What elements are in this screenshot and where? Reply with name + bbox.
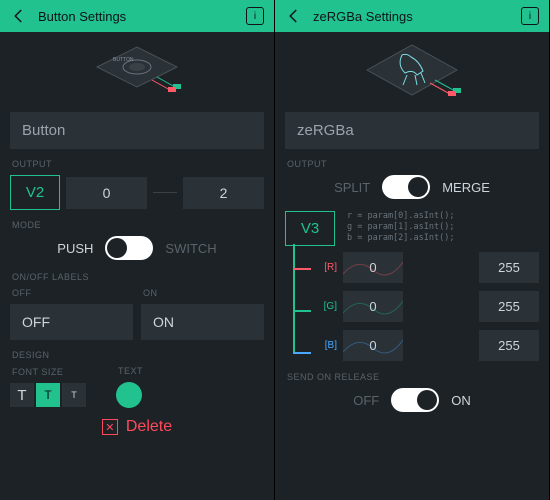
- hero-illustration: BUTTON: [0, 32, 274, 112]
- onoff-section-label: ON/OFF LABELS: [12, 272, 264, 282]
- svg-text:BUTTON: BUTTON: [113, 57, 134, 63]
- send-on-label: ON: [451, 393, 471, 408]
- header-title: zeRGBa Settings: [313, 9, 521, 24]
- button-settings-panel: Button Settings i BUTTON Button OUTPUT V…: [0, 0, 275, 500]
- back-icon[interactable]: [285, 7, 303, 25]
- channel-r-max[interactable]: 255: [479, 252, 539, 283]
- delete-icon: ✕: [102, 419, 118, 435]
- font-size-label: FONT SIZE: [12, 367, 86, 377]
- widget-name-input[interactable]: zeRGBa: [285, 112, 539, 149]
- wire-vertical: [293, 244, 295, 352]
- font-size-medium[interactable]: T: [36, 383, 60, 407]
- channel-b-max[interactable]: 255: [479, 330, 539, 361]
- channel-g-min[interactable]: 0: [343, 291, 403, 322]
- code-hint: r = param[0].asInt(); g = param[1].asInt…: [347, 211, 454, 244]
- output-max-input[interactable]: 2: [183, 177, 264, 209]
- mode-push-label: PUSH: [57, 241, 93, 256]
- widget-name-input[interactable]: Button: [10, 112, 264, 149]
- wire-b: [293, 352, 311, 354]
- mode-toggle[interactable]: [105, 236, 153, 260]
- hero-illustration: [275, 32, 549, 112]
- output-pin-selector[interactable]: V3: [285, 211, 335, 246]
- mode-label: MODE: [12, 220, 264, 230]
- send-off-label: OFF: [353, 393, 379, 408]
- channel-r-min[interactable]: 0: [343, 252, 403, 283]
- rgb-channels: [R] 0 255 [G] 0 255 [B] 0 255: [285, 252, 539, 372]
- text-color-picker[interactable]: [116, 382, 142, 408]
- design-label: DESIGN: [12, 350, 264, 360]
- merge-label: MERGE: [442, 180, 490, 195]
- font-size-group: T T T: [10, 383, 86, 407]
- info-icon[interactable]: i: [246, 7, 264, 25]
- wire-g: [293, 310, 311, 312]
- send-on-release-label: SEND ON RELEASE: [287, 372, 539, 382]
- on-value-input[interactable]: ON: [141, 304, 264, 340]
- font-size-small[interactable]: T: [62, 383, 86, 407]
- header-title: Button Settings: [38, 9, 246, 24]
- off-value-input[interactable]: OFF: [10, 304, 133, 340]
- range-connector: [153, 192, 177, 194]
- header: Button Settings i: [0, 0, 274, 32]
- channel-g-max[interactable]: 255: [479, 291, 539, 322]
- zergba-settings-panel: zeRGBa Settings i zeRGBa OUTPUT SPLIT ME…: [275, 0, 550, 500]
- header: zeRGBa Settings i: [275, 0, 549, 32]
- text-color-label: TEXT: [118, 366, 143, 376]
- back-icon[interactable]: [10, 7, 28, 25]
- output-mode-toggle[interactable]: [382, 175, 430, 199]
- output-label: OUTPUT: [287, 159, 539, 169]
- output-min-input[interactable]: 0: [66, 177, 147, 209]
- delete-label: Delete: [126, 418, 172, 436]
- channel-b-label: [B]: [315, 340, 337, 351]
- on-label: ON: [143, 288, 264, 298]
- send-on-release-toggle[interactable]: [391, 388, 439, 412]
- wire-r: [293, 268, 311, 270]
- delete-button[interactable]: ✕ Delete: [10, 418, 264, 436]
- mode-switch-label: SWITCH: [165, 241, 216, 256]
- channel-r-label: [R]: [315, 262, 337, 273]
- info-icon[interactable]: i: [521, 7, 539, 25]
- font-size-large[interactable]: T: [10, 383, 34, 407]
- channel-b-min[interactable]: 0: [343, 330, 403, 361]
- off-label: OFF: [12, 288, 133, 298]
- split-label: SPLIT: [334, 180, 370, 195]
- output-label: OUTPUT: [12, 159, 264, 169]
- channel-g-label: [G]: [315, 301, 337, 312]
- output-pin-selector[interactable]: V2: [10, 175, 60, 210]
